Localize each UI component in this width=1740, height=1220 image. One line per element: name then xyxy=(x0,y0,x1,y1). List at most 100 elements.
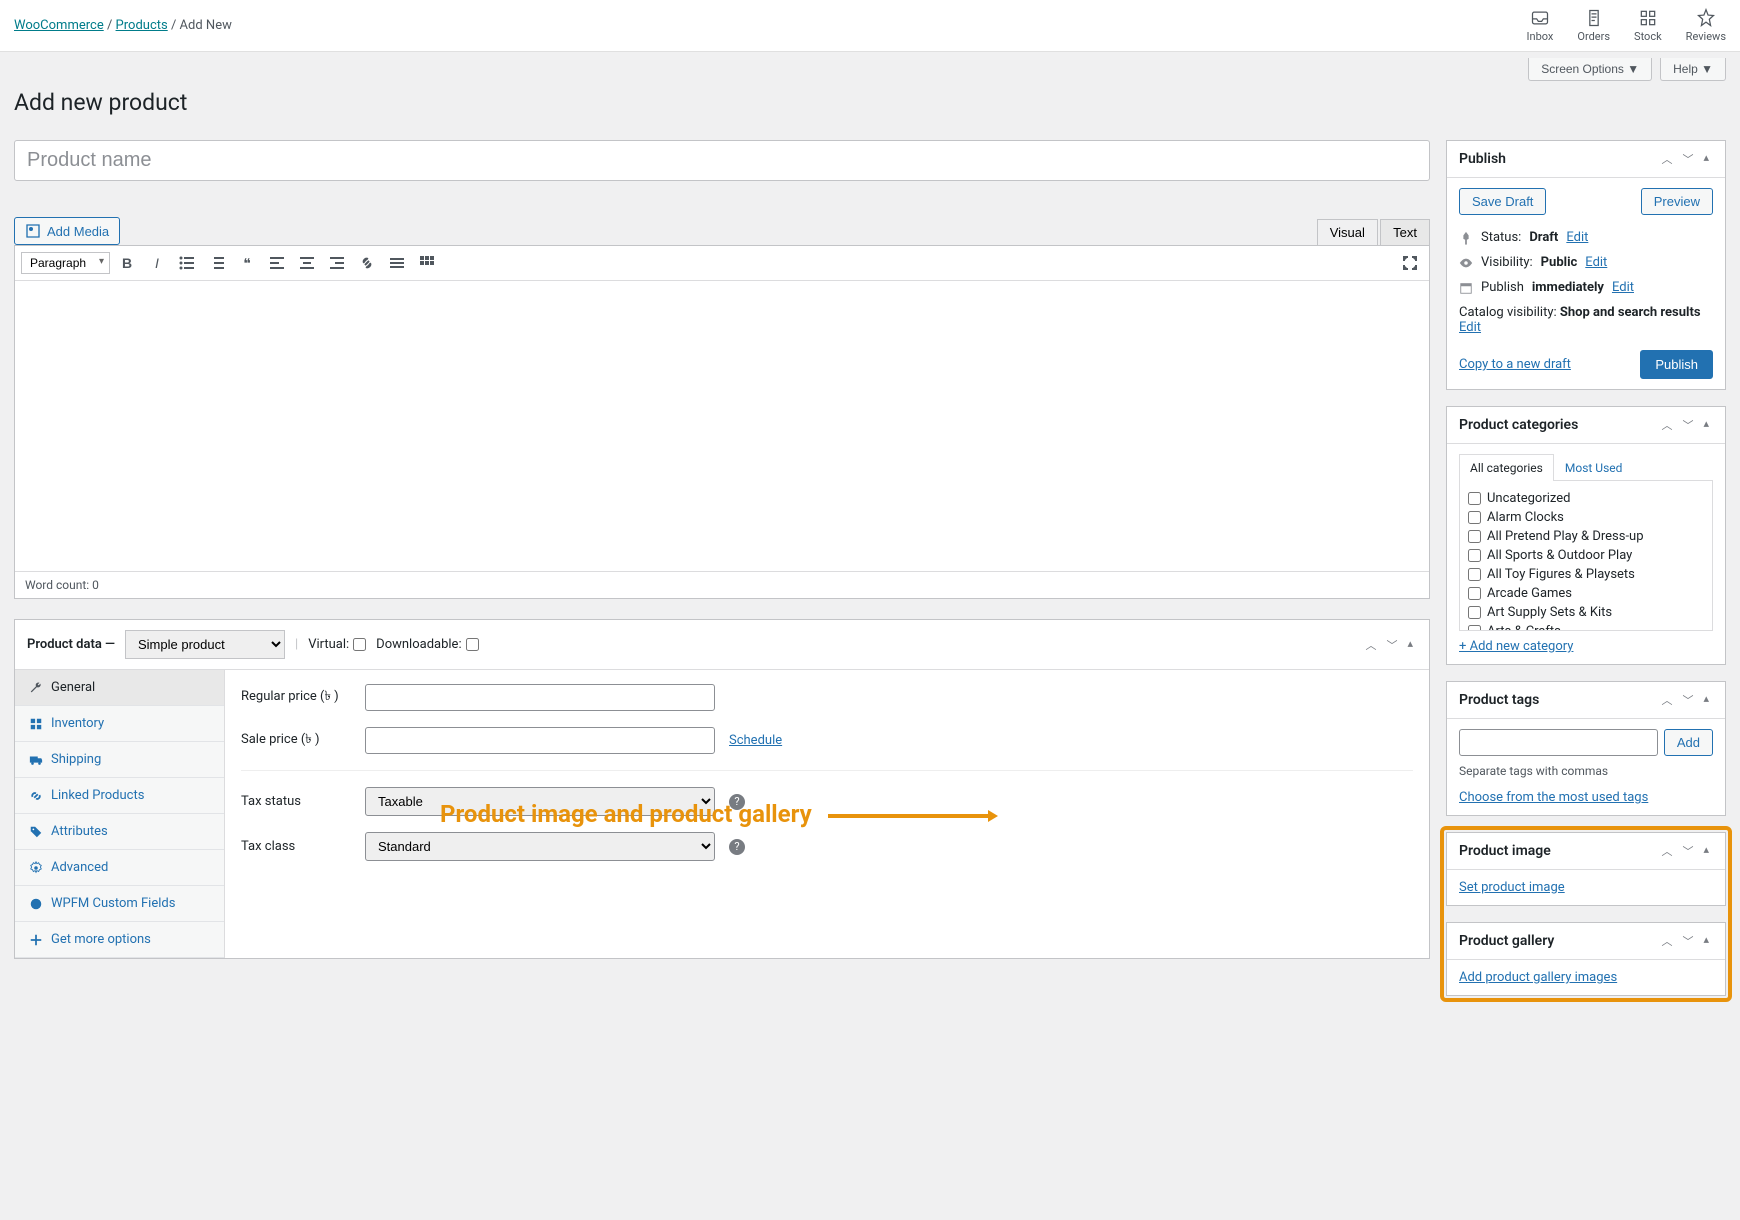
topbar-stock[interactable]: Stock xyxy=(1634,8,1662,43)
category-checkbox[interactable] xyxy=(1468,606,1481,619)
move-up-icon[interactable]: ▴ xyxy=(1403,635,1417,655)
align-left-button[interactable] xyxy=(264,250,290,276)
preview-button[interactable]: Preview xyxy=(1641,188,1713,215)
shipping-icon xyxy=(29,753,43,767)
fullscreen-button[interactable] xyxy=(1397,250,1423,276)
add-media-button[interactable]: Add Media xyxy=(14,217,120,245)
visual-tab[interactable]: Visual xyxy=(1317,219,1378,245)
help-icon[interactable]: ? xyxy=(729,839,745,855)
tab-linked[interactable]: Linked Products xyxy=(15,778,224,814)
move-up-icon[interactable]: ▴ xyxy=(1699,931,1713,951)
category-checkbox[interactable] xyxy=(1468,511,1481,524)
help-icon[interactable]: ? xyxy=(729,794,745,810)
collapse-up-icon[interactable]: ︿ xyxy=(1657,841,1676,861)
fullscreen-icon xyxy=(1402,255,1418,271)
move-up-icon[interactable]: ▴ xyxy=(1699,690,1713,710)
copy-draft-link[interactable]: Copy to a new draft xyxy=(1459,357,1571,372)
screen-options-button[interactable]: Screen Options ▼ xyxy=(1528,58,1652,81)
gear-icon xyxy=(29,861,43,875)
wrench-icon xyxy=(29,681,43,695)
regular-price-input[interactable] xyxy=(365,684,715,711)
tab-advanced[interactable]: Advanced xyxy=(15,850,224,886)
wpfm-icon xyxy=(29,897,43,911)
collapse-up-icon[interactable]: ︿ xyxy=(1657,690,1676,710)
choose-tags-link[interactable]: Choose from the most used tags xyxy=(1459,790,1648,805)
collapse-up-icon[interactable]: ︿ xyxy=(1657,931,1676,951)
move-up-icon[interactable]: ▴ xyxy=(1699,841,1713,861)
format-select[interactable]: Paragraph xyxy=(21,252,110,274)
collapse-down-icon[interactable]: ﹀ xyxy=(1678,841,1697,861)
tab-inventory[interactable]: Inventory xyxy=(15,706,224,742)
collapse-up-icon[interactable]: ︿ xyxy=(1657,415,1676,435)
save-draft-button[interactable]: Save Draft xyxy=(1459,188,1546,215)
tax-status-label: Tax status xyxy=(241,794,351,809)
collapse-down-icon[interactable]: ﹀ xyxy=(1382,635,1401,655)
quote-button[interactable]: ❝ xyxy=(234,250,260,276)
collapse-down-icon[interactable]: ﹀ xyxy=(1678,690,1697,710)
link-button[interactable] xyxy=(354,250,380,276)
add-tag-button[interactable]: Add xyxy=(1664,729,1713,756)
bullet-list-button[interactable] xyxy=(174,250,200,276)
editor-content[interactable] xyxy=(15,281,1429,571)
category-list[interactable]: Uncategorized Alarm Clocks All Pretend P… xyxy=(1459,481,1713,631)
tax-class-label: Tax class xyxy=(241,839,351,854)
tag-input[interactable] xyxy=(1459,729,1658,756)
tab-attributes[interactable]: Attributes xyxy=(15,814,224,850)
add-gallery-link[interactable]: Add product gallery images xyxy=(1459,970,1617,985)
product-type-select[interactable]: Simple product xyxy=(125,630,285,659)
category-checkbox[interactable] xyxy=(1468,625,1481,631)
topbar-inbox[interactable]: Inbox xyxy=(1527,8,1554,43)
category-checkbox[interactable] xyxy=(1468,568,1481,581)
set-product-image-link[interactable]: Set product image xyxy=(1459,880,1565,895)
add-category-link[interactable]: + Add new category xyxy=(1459,639,1573,654)
product-gallery-title: Product gallery xyxy=(1459,933,1554,949)
toolbar-toggle-button[interactable] xyxy=(414,250,440,276)
category-checkbox[interactable] xyxy=(1468,530,1481,543)
plus-icon xyxy=(29,933,43,947)
numbered-list-button[interactable] xyxy=(204,250,230,276)
text-tab[interactable]: Text xyxy=(1380,219,1430,245)
topbar-orders[interactable]: Orders xyxy=(1577,8,1610,43)
calendar-icon xyxy=(1459,281,1473,295)
bold-button[interactable]: B xyxy=(114,250,140,276)
virtual-checkbox[interactable] xyxy=(353,638,366,651)
edit-catalog-link[interactable]: Edit xyxy=(1459,320,1481,335)
collapse-down-icon[interactable]: ﹀ xyxy=(1678,149,1697,169)
tab-more[interactable]: Get more options xyxy=(15,922,224,958)
breadcrumb-root[interactable]: WooCommerce xyxy=(14,18,104,33)
breadcrumb-products[interactable]: Products xyxy=(116,18,168,33)
all-categories-tab[interactable]: All categories xyxy=(1459,454,1554,481)
edit-visibility-link[interactable]: Edit xyxy=(1585,255,1607,270)
breadcrumb: WooCommerce / Products / Add New xyxy=(14,18,232,33)
category-checkbox[interactable] xyxy=(1468,587,1481,600)
sale-price-input[interactable] xyxy=(365,727,715,754)
product-name-input[interactable] xyxy=(14,140,1430,181)
help-button[interactable]: Help ▼ xyxy=(1660,58,1726,81)
tax-class-select[interactable]: Standard xyxy=(365,832,715,861)
schedule-link[interactable]: Schedule xyxy=(729,733,782,748)
collapse-down-icon[interactable]: ﹀ xyxy=(1678,931,1697,951)
numbered-list-icon xyxy=(209,255,225,271)
publish-button[interactable]: Publish xyxy=(1640,350,1713,379)
collapse-up-icon[interactable]: ︿ xyxy=(1361,635,1380,655)
tab-general[interactable]: General xyxy=(15,670,224,706)
align-right-button[interactable] xyxy=(324,250,350,276)
category-checkbox[interactable] xyxy=(1468,549,1481,562)
align-center-button[interactable] xyxy=(294,250,320,276)
collapse-down-icon[interactable]: ﹀ xyxy=(1678,415,1697,435)
downloadable-checkbox[interactable] xyxy=(466,638,479,651)
move-up-icon[interactable]: ▴ xyxy=(1699,415,1713,435)
read-more-button[interactable] xyxy=(384,250,410,276)
move-up-icon[interactable]: ▴ xyxy=(1699,149,1713,169)
categories-title: Product categories xyxy=(1459,417,1578,433)
tab-shipping[interactable]: Shipping xyxy=(15,742,224,778)
collapse-up-icon[interactable]: ︿ xyxy=(1657,149,1676,169)
topbar-reviews[interactable]: Reviews xyxy=(1686,8,1726,43)
category-checkbox[interactable] xyxy=(1468,492,1481,505)
edit-publish-link[interactable]: Edit xyxy=(1612,280,1634,295)
tab-wpfm[interactable]: WPFM Custom Fields xyxy=(15,886,224,922)
tax-status-select[interactable]: Taxable xyxy=(365,787,715,816)
italic-button[interactable]: I xyxy=(144,250,170,276)
most-used-tab[interactable]: Most Used xyxy=(1554,454,1634,481)
edit-status-link[interactable]: Edit xyxy=(1566,230,1588,245)
